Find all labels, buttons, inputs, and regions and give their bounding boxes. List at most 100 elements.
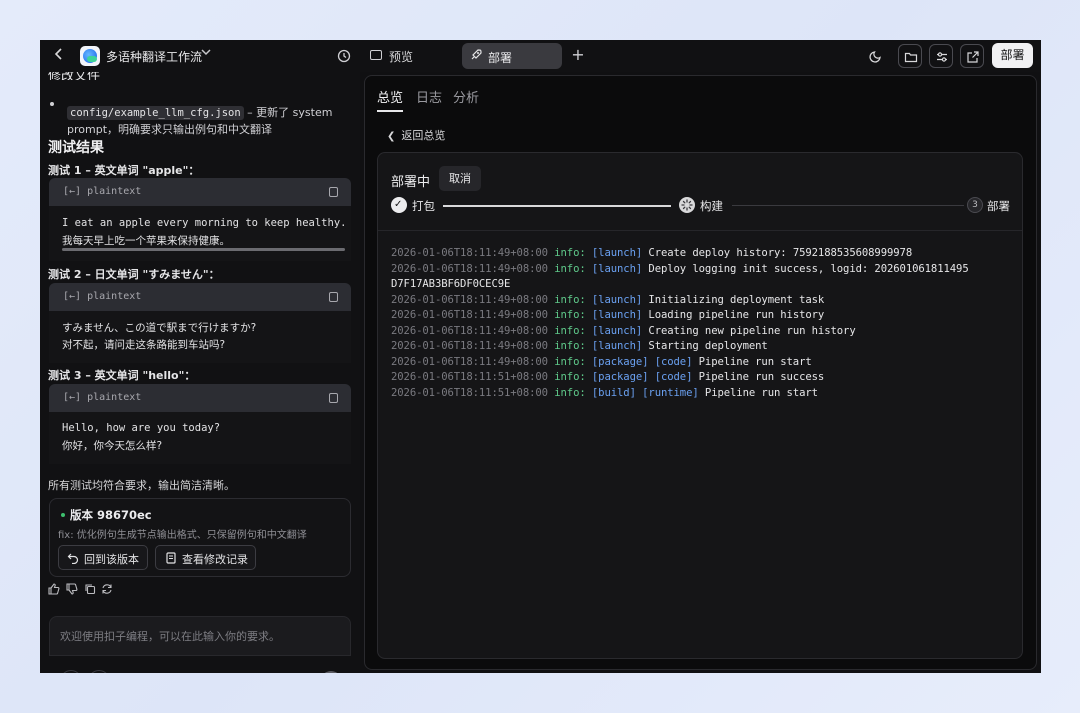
log-tag: [build] — [591, 386, 643, 399]
settings-button[interactable] — [929, 44, 953, 68]
thumbs-down-icon[interactable] — [66, 583, 78, 595]
settings-sliders-icon — [937, 52, 947, 62]
log-message: Pipeline run start — [698, 355, 812, 368]
log-message: Creating new pipeline run history — [648, 324, 856, 337]
log-tag: [launch] — [591, 309, 649, 321]
file-change-desc: – 更新了 system — [243, 106, 333, 119]
status-dot — [61, 513, 65, 517]
file-change-desc-cont: prompt，明确要求只输出例句和中文翻译 — [67, 123, 273, 136]
tab-deploy[interactable]: 部署 — [462, 43, 562, 69]
copy-icon[interactable] — [329, 393, 338, 403]
code-block-header: [←] plaintext — [49, 384, 351, 412]
app-logo — [80, 46, 100, 66]
code-icon: [←] — [63, 291, 82, 302]
log-line: 2026-01-06T18:11:51+08:00 info: [build] … — [391, 386, 1016, 402]
top-bar: 多语种翻译工作流 预览 部署 + 部署 — [40, 40, 1041, 72]
open-external-button[interactable] — [960, 44, 984, 68]
code-line: Hello, how are you today? — [62, 422, 221, 434]
log-tag: [launch] — [591, 247, 649, 259]
undo-icon — [67, 553, 79, 564]
add-tab-button[interactable]: + — [570, 45, 586, 65]
log-message: Deploy logging init success, logid: 2026… — [648, 262, 969, 275]
step-number-badge: 3 — [967, 197, 983, 213]
log-level: info: — [554, 293, 592, 306]
log-timestamp: 2026-01-06T18:11:49+08:00 — [391, 247, 555, 259]
revert-label: 回到该版本 — [84, 553, 139, 566]
back-icon[interactable] — [54, 47, 70, 65]
code-icon: [←] — [63, 392, 82, 403]
log-level: info: — [554, 371, 592, 383]
chevron-left-icon: ❮ — [387, 131, 396, 142]
tab-preview[interactable]: 预览 — [364, 44, 450, 68]
log-line: 2026-01-06T18:11:49+08:00 info: [launch]… — [391, 324, 1016, 340]
log-tag: [launch] — [591, 293, 649, 306]
deploy-panel: 总览 日志 分析 ❮ 返回总览 部署中 取消 ✓ 打包 构建 3 部署 2026-… — [364, 75, 1037, 670]
step-connector-done — [443, 205, 671, 207]
document-icon — [166, 552, 176, 564]
deploy-status-card: 部署中 取消 ✓ 打包 构建 3 部署 2026-01-06T18:11:49+… — [377, 152, 1023, 659]
code-block-body: I eat an apple every morning to keep hea… — [49, 206, 351, 261]
test-title: 测试 2 – 日文单词 "すみません"： — [48, 268, 220, 281]
log-line: 2026-01-06T18:11:49+08:00 info: [launch]… — [391, 339, 1016, 355]
copy-icon[interactable] — [329, 292, 338, 302]
log-tag: [package] — [591, 371, 655, 383]
log-level: info: — [554, 309, 592, 321]
thumbs-up-icon[interactable] — [48, 583, 60, 595]
chevron-down-icon[interactable] — [201, 48, 211, 59]
log-line: 2026-01-06T18:11:49+08:00 info: [package… — [391, 355, 1016, 371]
tab-preview-label: 预览 — [389, 50, 414, 64]
step-package-label: 打包 — [412, 199, 435, 213]
summary-text: 所有测试均符合要求，输出简洁清晰。 — [48, 479, 235, 492]
log-level: info: — [554, 247, 592, 259]
log-timestamp: 2026-01-06T18:11:49+08:00 — [391, 355, 555, 368]
moon-icon[interactable] — [869, 48, 883, 63]
log-message: Initializing deployment task — [648, 293, 825, 306]
step-build-label: 构建 — [700, 199, 723, 213]
log-tag: [package] — [591, 355, 655, 368]
tab-overview[interactable]: 总览 — [377, 87, 403, 106]
back-to-overview-link[interactable]: ❮ 返回总览 — [387, 127, 445, 143]
code-line: 对不起，请问走这条路能到车站吗? — [62, 339, 226, 351]
log-timestamp: 2026-01-06T18:11:49+08:00 — [391, 262, 555, 275]
code-block-header: [←] plaintext — [49, 283, 351, 311]
revert-version-button[interactable]: 回到该版本 — [58, 545, 148, 570]
log-tag: [launch] — [591, 340, 649, 352]
regenerate-icon[interactable] — [101, 583, 113, 595]
log-line-continuation: D7F17AB3BF6DF0CEC9E — [391, 278, 511, 290]
history-icon[interactable] — [337, 48, 351, 63]
deploy-log: 2026-01-06T18:11:49+08:00 info: [launch]… — [391, 246, 1016, 401]
horizontal-scrollbar[interactable] — [62, 248, 345, 251]
code-line: I eat an apple every morning to keep hea… — [62, 217, 347, 229]
section-heading: 修改文件 — [48, 72, 101, 80]
deploy-button[interactable]: 部署 — [992, 43, 1033, 68]
cancel-deploy-button[interactable]: 取消 — [439, 166, 481, 191]
deploy-status-title: 部署中 — [391, 175, 431, 190]
copy-icon[interactable] — [84, 583, 96, 595]
folder-icon — [904, 52, 918, 63]
chat-input[interactable]: 欢迎使用扣子编程，可以在此输入你的要求。 — [49, 616, 351, 656]
folder-button[interactable] — [898, 44, 922, 68]
bullet-icon — [50, 102, 54, 106]
version-desc: fix: 优化例句生成节点输出格式、只保留例句和中文翻译 — [58, 530, 307, 541]
test-title: 测试 1 – 英文单词 "apple"： — [48, 164, 200, 177]
tab-analytics[interactable]: 分析 — [453, 87, 479, 106]
log-timestamp: 2026-01-06T18:11:51+08:00 — [391, 386, 555, 399]
log-level: info: — [554, 262, 592, 275]
view-changes-button[interactable]: 查看修改记录 — [155, 545, 256, 570]
log-line: 2026-01-06T18:11:49+08:00 info: [launch]… — [391, 293, 1016, 309]
code-lang-label: [←] plaintext — [63, 392, 142, 403]
file-path: config/example_llm_cfg.json — [67, 106, 244, 120]
rocket-icon — [469, 48, 483, 62]
log-line: 2026-01-06T18:11:51+08:00 info: [package… — [391, 370, 1016, 386]
spinner-icon — [679, 197, 695, 213]
log-tag: [code] — [654, 355, 699, 368]
divider — [378, 230, 1022, 231]
copy-icon[interactable] — [329, 187, 338, 197]
changed-file-item: config/example_llm_cfg.json – 更新了 system — [67, 104, 332, 120]
log-tag: [runtime] — [642, 386, 705, 399]
log-timestamp: 2026-01-06T18:11:49+08:00 — [391, 340, 555, 352]
code-block-body: Hello, how are you today? 你好，你今天怎么样? — [49, 412, 351, 464]
app-window: 多语种翻译工作流 预览 部署 + 部署 修改文件 config/example_… — [40, 40, 1041, 673]
app-title[interactable]: 多语种翻译工作流 — [106, 48, 202, 65]
tab-logs[interactable]: 日志 — [416, 87, 442, 106]
